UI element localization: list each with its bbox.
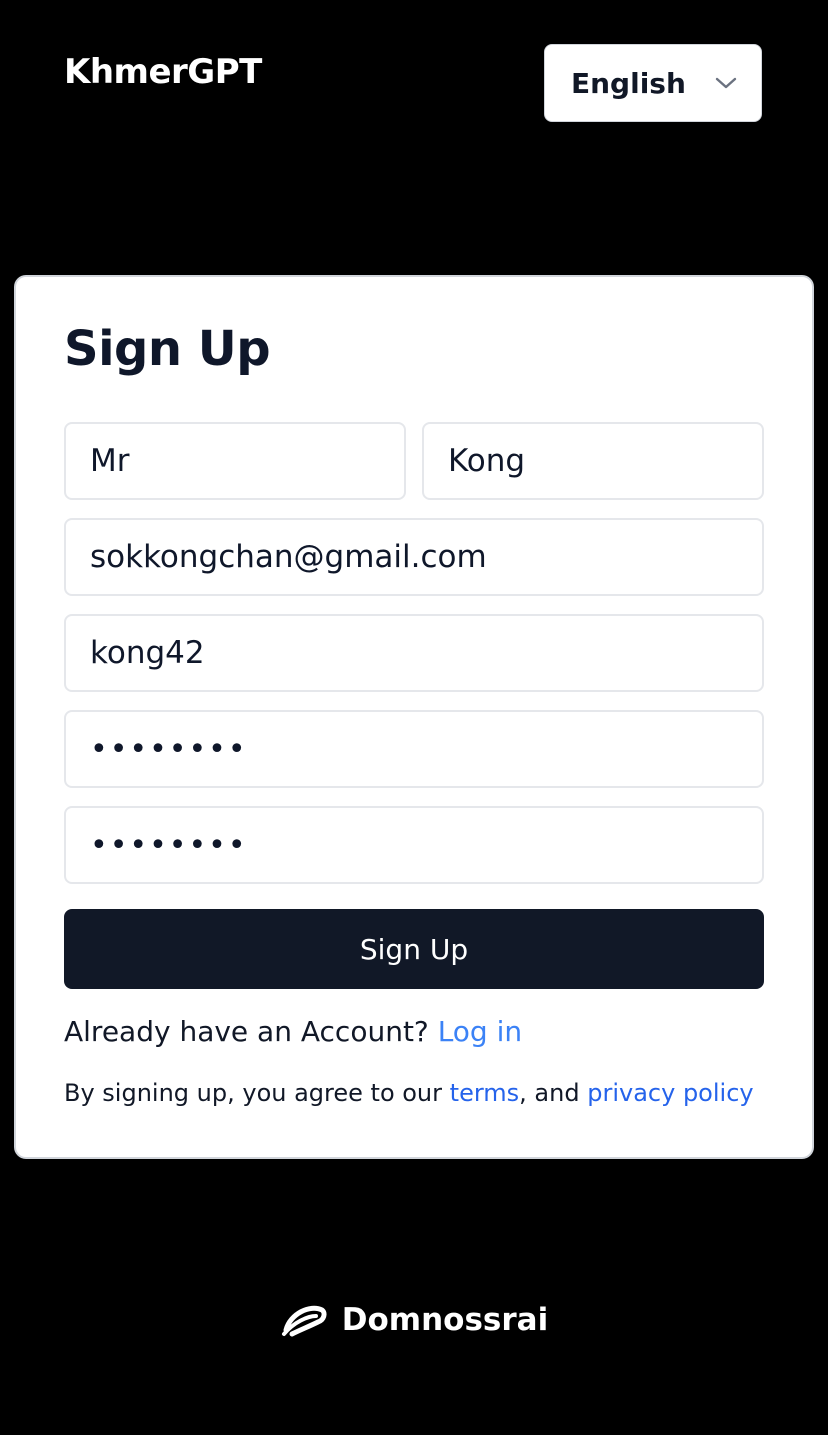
login-prompt-line: Already have an Account? Log in bbox=[64, 1015, 522, 1048]
terms-middle-text: , and bbox=[519, 1079, 580, 1107]
signup-title: Sign Up bbox=[64, 321, 271, 377]
confirm-password-field[interactable]: •••••••• bbox=[64, 806, 764, 884]
first-name-field[interactable]: Mr bbox=[64, 422, 406, 500]
terms-link[interactable]: terms bbox=[450, 1079, 520, 1107]
domnossrai-logo-icon bbox=[280, 1300, 328, 1340]
app-brand: KhmerGPT bbox=[64, 52, 262, 92]
last-name-field[interactable]: Kong bbox=[422, 422, 764, 500]
login-link[interactable]: Log in bbox=[438, 1015, 522, 1048]
signup-card: Sign Up Mr Kong sokkongchan@gmail.com ko… bbox=[14, 275, 814, 1159]
language-select[interactable]: English bbox=[544, 44, 762, 122]
chevron-down-icon bbox=[715, 76, 737, 90]
email-field[interactable]: sokkongchan@gmail.com bbox=[64, 518, 764, 596]
language-selected-label: English bbox=[571, 66, 686, 100]
username-field[interactable]: kong42 bbox=[64, 614, 764, 692]
terms-prefix-text: By signing up, you agree to our bbox=[64, 1079, 443, 1107]
sign-up-button[interactable]: Sign Up bbox=[64, 909, 764, 989]
footer: Domnossrai bbox=[0, 1300, 828, 1340]
password-field[interactable]: •••••••• bbox=[64, 710, 764, 788]
terms-notice: By signing up, you agree to our terms, a… bbox=[64, 1079, 754, 1107]
privacy-policy-link[interactable]: privacy policy bbox=[587, 1079, 753, 1107]
footer-brand-name: Domnossrai bbox=[341, 1302, 549, 1338]
login-prompt-text: Already have an Account? bbox=[64, 1015, 429, 1048]
